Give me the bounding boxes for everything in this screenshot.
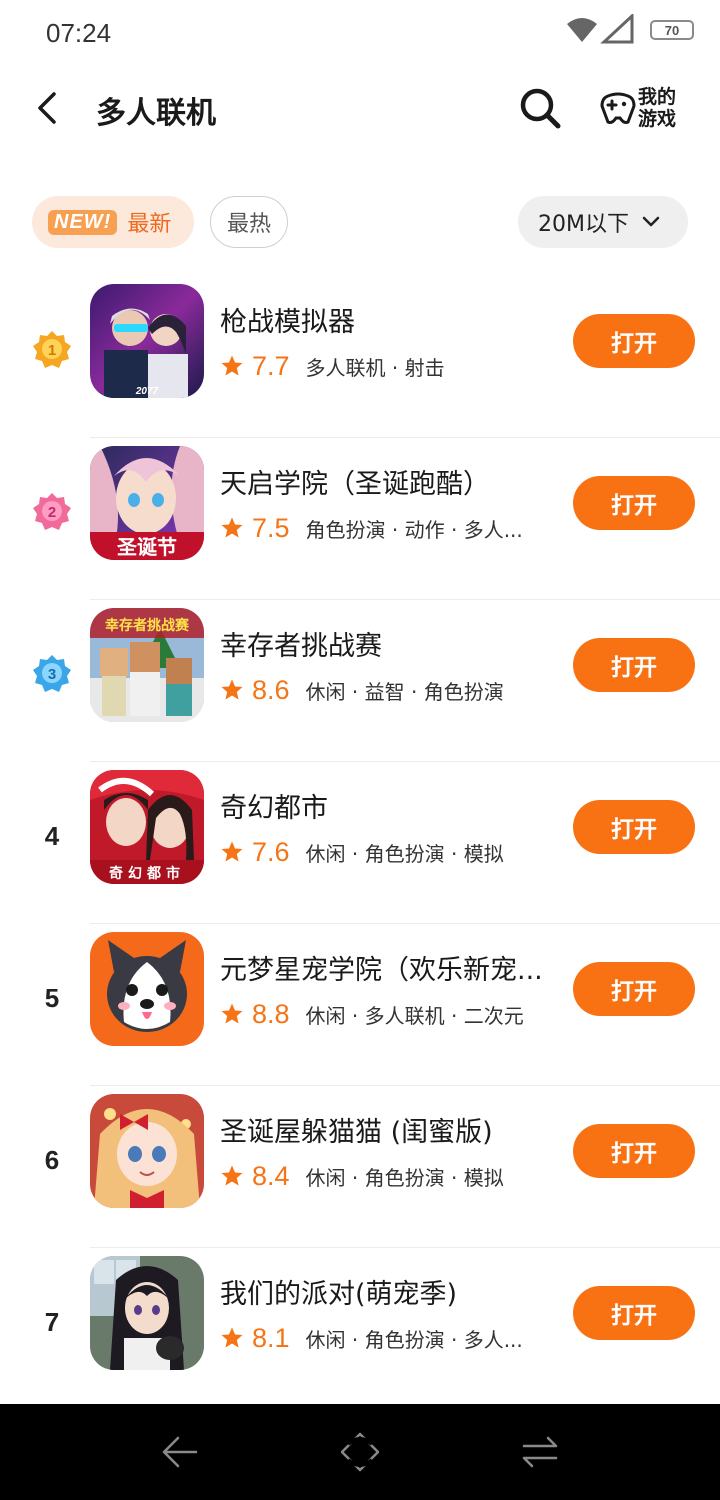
game-tags: 休闲 · 角色扮演 · 模拟 [305,1165,504,1190]
open-button[interactable]: 打开 [573,962,695,1016]
filter-row: NEW! 最新 最热 20M以下 [0,196,720,250]
rank-number: 5 [44,982,60,1013]
battery-icon: 70 [650,20,694,40]
rating-line: 8.1 休闲 · 角色扮演 · 多人... [220,1320,550,1356]
game-name: 我们的派对(萌宠季) [220,1279,458,1310]
game-row[interactable]: 7 我们的派对(萌宠季) 8.1 休闲 · 角色扮演 · 多人... 打开 [0,1248,720,1410]
star-icon [221,841,243,862]
game-name: 天启学院（圣诞跑酷） [220,469,490,500]
game-row[interactable]: 1 2077 枪战模拟器 7.7 多人联机 · 射击 打开 [0,276,720,438]
rank-medal-blue-icon: 3 [30,652,74,696]
game-score: 8.1 [252,1322,290,1353]
game-tags: 休闲 · 角色扮演 · 模拟 [305,841,504,866]
chevron-down-icon [642,216,660,227]
status-time: 07:24 [46,18,112,48]
svg-text:幸存者挑战赛: 幸存者挑战赛 [105,617,190,634]
game-row[interactable]: 5 元梦星宠学院（欢乐新宠... 8.8 休闲 · 多人联机 · 二次元 打开 [0,924,720,1086]
game-name: 枪战模拟器 [220,307,355,338]
rank-number: 4 [44,820,60,851]
open-button[interactable]: 打开 [573,638,695,692]
game-score: 7.6 [252,836,290,867]
home-icon[interactable] [338,1430,382,1474]
star-icon [221,1003,243,1024]
filter-hottest-chip[interactable]: 最热 [210,196,288,248]
game-icon [90,932,204,1046]
rank-number: 7 [44,1306,60,1337]
open-button[interactable]: 打开 [573,800,695,854]
game-score: 8.6 [252,674,290,705]
open-button[interactable]: 打开 [573,314,695,368]
signal-icon [600,14,634,44]
game-icon [90,1256,204,1370]
svg-text:2: 2 [48,504,56,521]
game-row[interactable]: 4 奇幻都市 奇幻都市 7.6 休闲 · 角色扮演 · 模拟 打开 [0,762,720,924]
status-bar: 07:24 70 [0,0,720,66]
game-icon: 圣诞节 [90,446,204,560]
open-button[interactable]: 打开 [573,1286,695,1340]
game-icon [90,1094,204,1208]
game-tags: 休闲 · 角色扮演 · 多人... [305,1327,523,1352]
my-games-button[interactable]: 我的游戏 [598,84,688,136]
game-tags: 角色扮演 · 动作 · 多人... [305,517,523,542]
system-nav-bar [0,1404,720,1500]
game-icon: 奇幻都市 [90,770,204,884]
game-score: 7.7 [252,350,290,381]
rank-medal-gold-icon: 1 [30,328,74,372]
star-icon [221,355,243,376]
game-score: 8.4 [252,1160,290,1191]
new-badge: NEW! [48,209,118,235]
svg-text:2077: 2077 [135,386,159,397]
svg-text:圣诞节: 圣诞节 [117,535,177,559]
game-row[interactable]: 3 幸存者挑战赛 幸存者挑战赛 8.6 休闲 · 益智 · 角色扮演 打开 [0,600,720,762]
size-filter-dropdown[interactable]: 20M以下 [518,196,688,248]
game-score: 7.5 [252,512,290,543]
rating-line: 7.7 多人联机 · 射击 [220,348,550,384]
rank-medal-pink-icon: 2 [30,490,74,534]
game-name: 奇幻都市 [220,793,328,824]
rating-line: 8.8 休闲 · 多人联机 · 二次元 [220,996,550,1032]
filter-newest-label: 最新 [127,212,172,237]
game-name: 圣诞屋躲猫猫 (闺蜜版) [220,1117,493,1148]
game-row[interactable]: 2 圣诞节 天启学院（圣诞跑酷） 7.5 角色扮演 · 动作 · 多人... 打… [0,438,720,600]
recent-apps-icon[interactable] [518,1430,562,1474]
rating-line: 8.6 休闲 · 益智 · 角色扮演 [220,672,550,708]
open-button[interactable]: 打开 [573,476,695,530]
game-name: 元梦星宠学院（欢乐新宠... [220,955,543,986]
back-arrow-icon[interactable] [28,88,68,128]
svg-text:1: 1 [48,342,56,359]
top-app-bar: 多人联机 我的游戏 [0,70,720,150]
star-icon [221,679,243,700]
star-icon [221,1327,243,1348]
svg-text:3: 3 [48,666,56,683]
game-name: 幸存者挑战赛 [220,631,382,662]
page-title: 多人联机 [96,96,216,131]
svg-text:奇幻都市: 奇幻都市 [109,865,185,882]
gamepad-icon [600,92,636,124]
my-games-label: 我的游戏 [638,86,677,130]
rating-line: 7.6 休闲 · 角色扮演 · 模拟 [220,834,550,870]
star-icon [221,517,243,538]
size-filter-label: 20M以下 [538,212,629,237]
battery-level: 70 [664,22,680,38]
star-icon [221,1165,243,1186]
open-button[interactable]: 打开 [573,1124,695,1178]
game-tags: 休闲 · 益智 · 角色扮演 [305,679,504,704]
game-score: 8.8 [252,998,290,1029]
game-row[interactable]: 6 圣诞屋躲猫猫 (闺蜜版) 8.4 休闲 · 角色扮演 · 模拟 打开 [0,1086,720,1248]
rating-line: 8.4 休闲 · 角色扮演 · 模拟 [220,1158,550,1194]
filter-newest-chip[interactable]: NEW! 最新 [32,196,194,248]
game-list: 1 2077 枪战模拟器 7.7 多人联机 · 射击 打开 2 圣诞节 天启学院… [0,276,720,1410]
rating-line: 7.5 角色扮演 · 动作 · 多人... [220,510,550,546]
game-icon: 2077 [90,284,204,398]
search-icon[interactable] [516,84,564,132]
game-icon: 幸存者挑战赛 [90,608,204,722]
game-tags: 多人联机 · 射击 [305,355,445,380]
game-tags: 休闲 · 多人联机 · 二次元 [305,1003,524,1028]
back-gesture-icon[interactable] [158,1430,202,1474]
rank-number: 6 [44,1144,60,1175]
wifi-icon [567,18,597,42]
